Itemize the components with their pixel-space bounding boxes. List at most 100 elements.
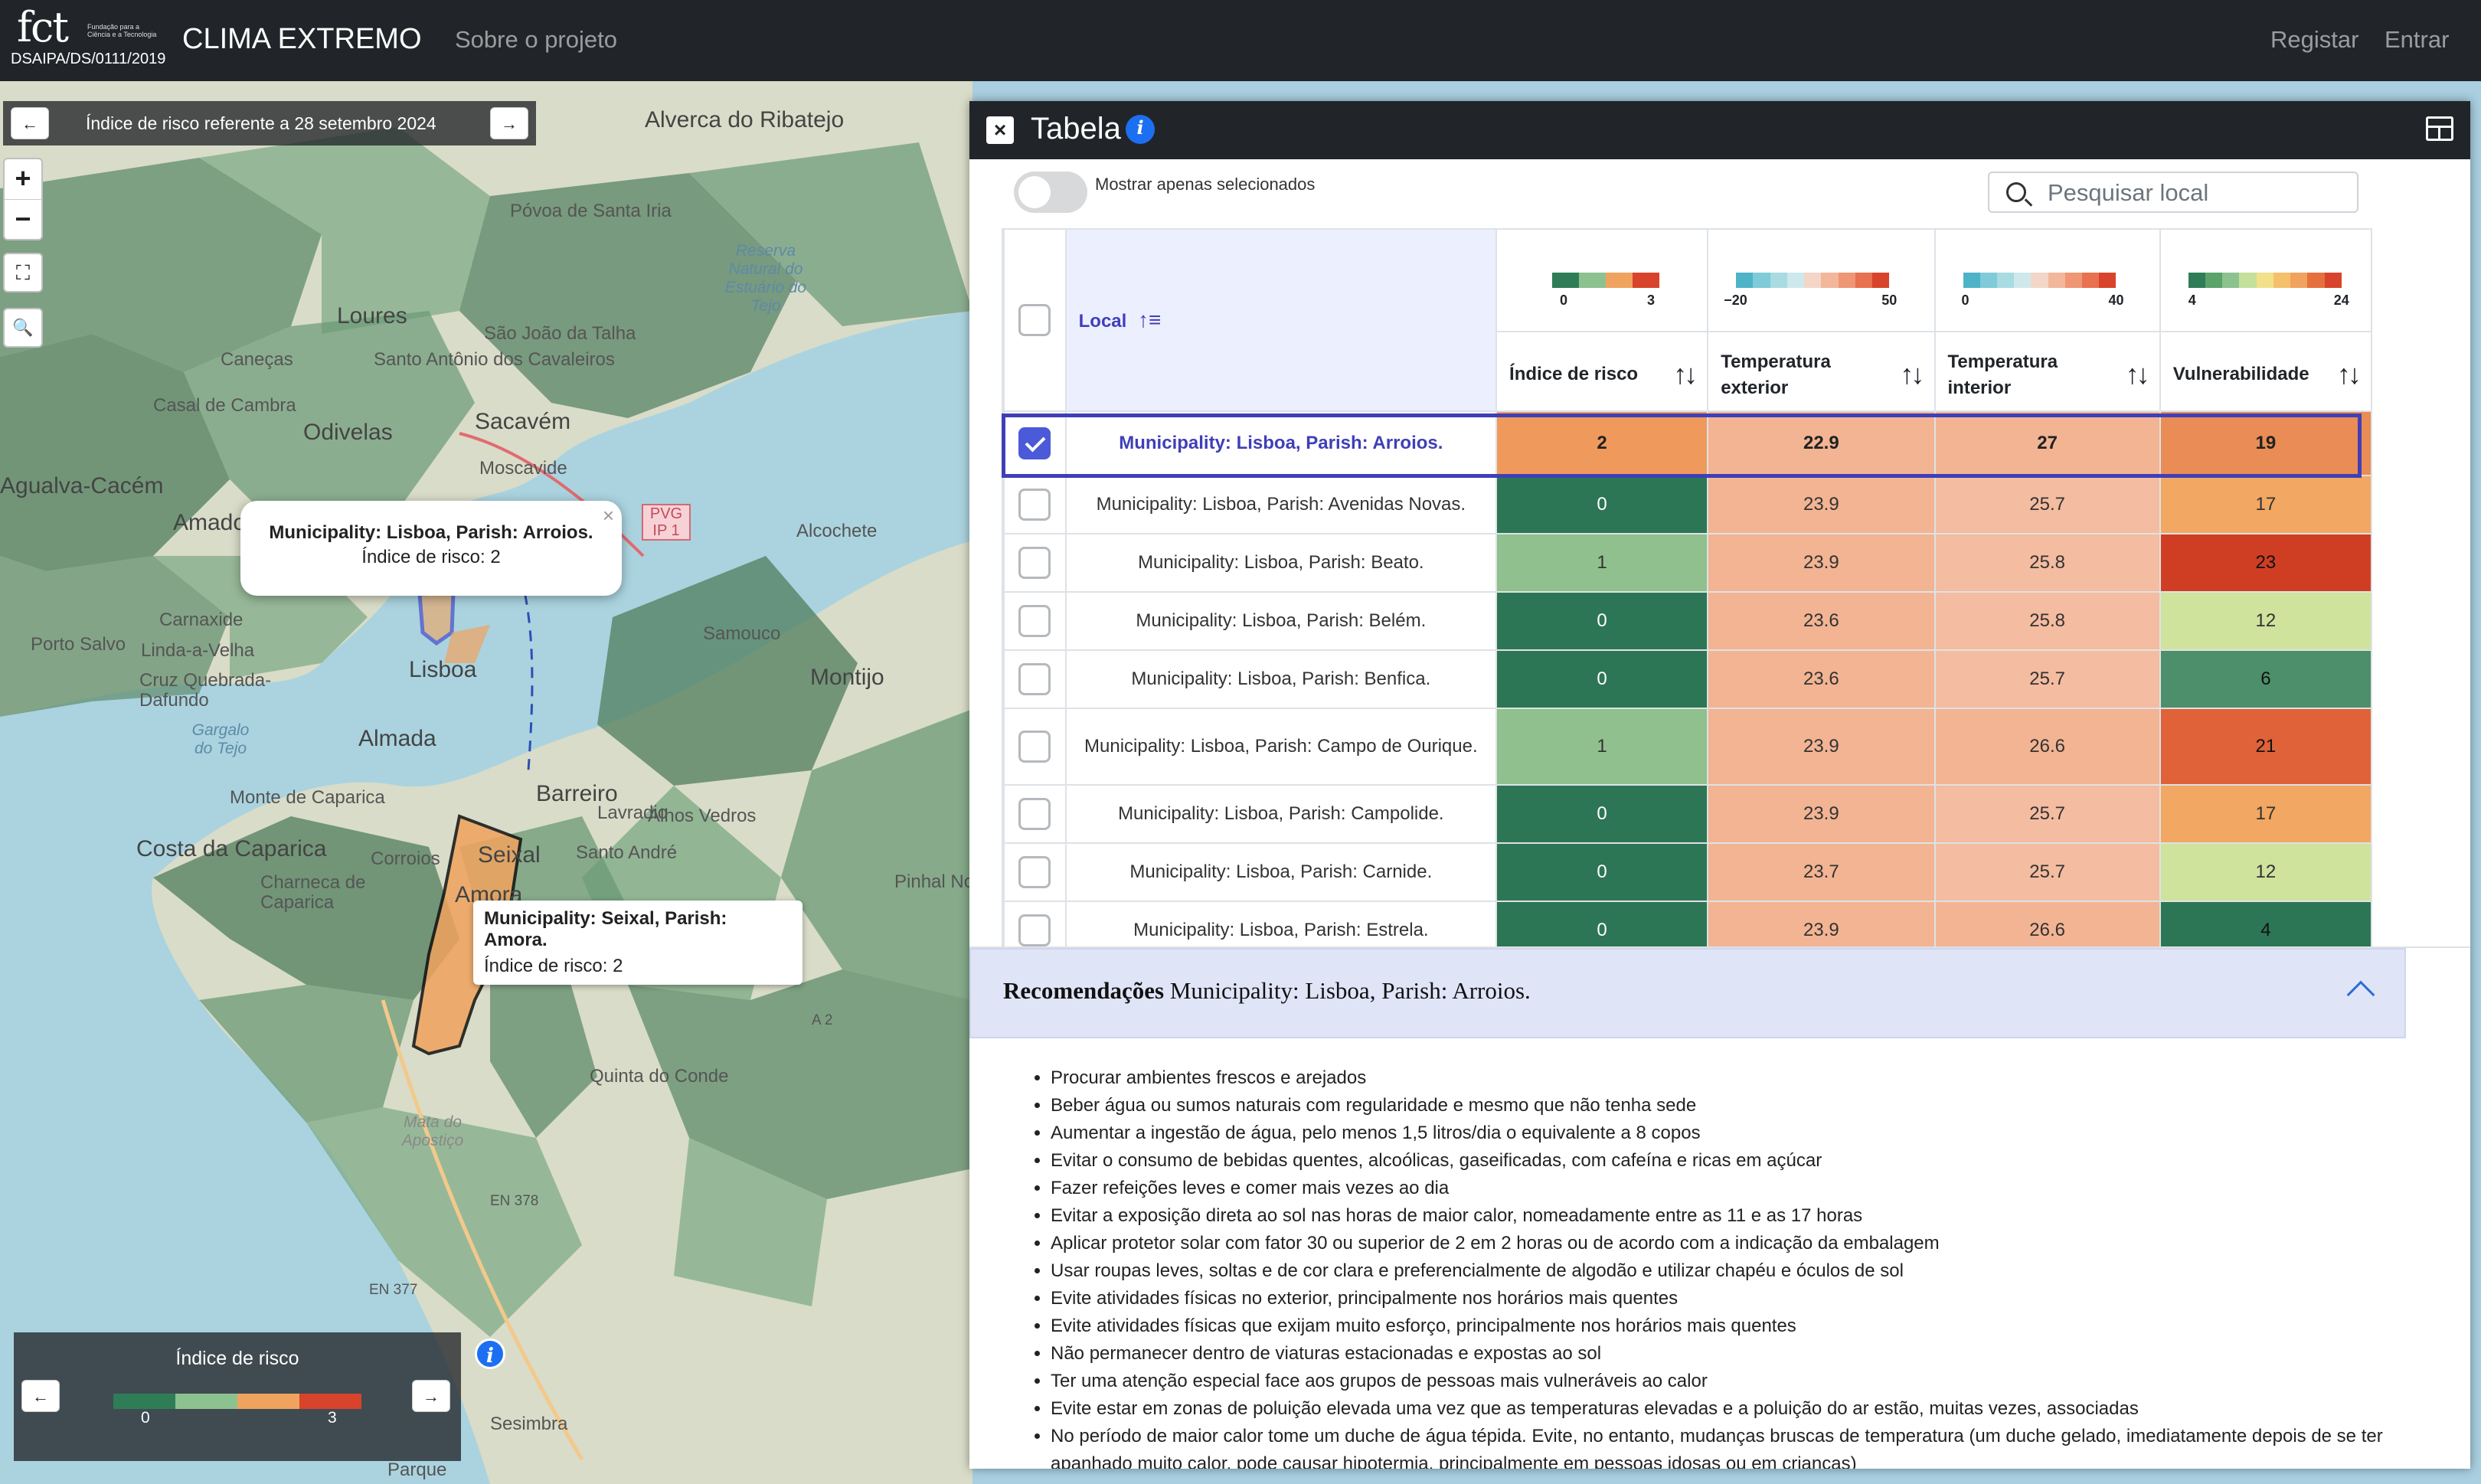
close-panel-button[interactable]: ×: [986, 116, 1014, 144]
row-select-cell: [1003, 410, 1067, 476]
risk-scale-cell: 0 3: [1495, 228, 1709, 332]
row-checkbox[interactable]: [1018, 547, 1051, 579]
tooltip-risk: Índice de risco: 2: [484, 956, 623, 976]
sort-icon[interactable]: ↑↓: [2337, 358, 2362, 391]
project-code: DSAIPA/DS/0111/2019: [11, 51, 166, 67]
temp-int-scale-min: 0: [1961, 293, 1969, 308]
recommendation-item: Usar roupas leves, soltas e de cor clara…: [1051, 1257, 2429, 1285]
road-label-a2: A 2: [812, 1012, 833, 1028]
table-view-icon[interactable]: [2426, 116, 2453, 141]
table-row[interactable]: Municipality: Lisboa, Parish: Campo de O…: [1003, 708, 2373, 786]
column-vuln[interactable]: Vulnerabilidade ↑↓: [2159, 331, 2373, 412]
sort-icon[interactable]: ↑↓: [1901, 358, 1925, 391]
next-date-button[interactable]: →: [490, 107, 528, 139]
cell-temp-ext: 23.7: [1707, 842, 1936, 902]
search-input[interactable]: [2048, 179, 2346, 207]
search-icon[interactable]: 🔍: [3, 308, 43, 348]
column-local[interactable]: Local ↑≡: [1064, 228, 1498, 412]
cell-local: Municipality: Lisboa, Parish: Belém.: [1064, 591, 1498, 651]
place-label-porto-salvo: Porto Salvo: [31, 634, 126, 655]
cell-local: Municipality: Lisboa, Parish: Campolide.: [1064, 784, 1498, 844]
show-selected-toggle[interactable]: [1014, 172, 1087, 213]
row-select-cell: [1003, 649, 1067, 709]
row-checkbox[interactable]: [1018, 489, 1051, 521]
show-selected-label: Mostrar apenas selecionados: [1095, 175, 1316, 194]
cell-temp-ext: 23.9: [1707, 533, 1936, 593]
table-row[interactable]: Municipality: Lisboa, Parish: Arroios. 2 2…: [1003, 410, 2373, 476]
cell-temp-int: 27: [1933, 410, 2161, 476]
recommendations-section: Recomendações Municipality: Lisboa, Pari…: [969, 946, 2470, 1469]
data-table: Local ↑≡ 0 3 −20 50 0 40 4 24 Índice de …: [1003, 228, 2373, 960]
table-row[interactable]: Municipality: Lisboa, Parish: Beato. 1 23.…: [1003, 533, 2373, 593]
place-label-sacavem: Sacavém: [475, 409, 571, 434]
place-label-odivelas: Odivelas: [303, 420, 393, 445]
table-row[interactable]: Municipality: Lisboa, Parish: Campolide.…: [1003, 784, 2373, 844]
recommendation-item: No período de maior calor tome um duche …: [1051, 1423, 2429, 1469]
table-panel: × Tabela i Mostrar apenas selecionados L…: [969, 101, 2470, 1469]
row-checkbox[interactable]: [1018, 914, 1051, 946]
search-box: [1988, 172, 2358, 213]
column-temp-ext[interactable]: Temperatura exterior ↑↓: [1707, 331, 1936, 412]
legend-prev-button[interactable]: ←: [21, 1380, 60, 1412]
map-canvas[interactable]: Alverca do Ribatejo Póvoa de Santa Iria …: [0, 81, 972, 1484]
table-row[interactable]: Municipality: Lisboa, Parish: Carnide. 0 2…: [1003, 842, 2373, 902]
panel-title: Tabela: [1031, 112, 1121, 145]
recommendation-item: Não permanecer dentro de viaturas estaci…: [1051, 1340, 2429, 1368]
place-label-casal-cambra: Casal de Cambra: [153, 395, 296, 416]
sort-icon[interactable]: ↑↓: [2126, 358, 2150, 391]
recommendation-item: Evite estar em zonas de poluição elevada…: [1051, 1395, 2429, 1423]
fullscreen-icon[interactable]: ⛶: [3, 253, 43, 293]
table-row[interactable]: Municipality: Lisboa, Parish: Avenidas N…: [1003, 475, 2373, 534]
table-row[interactable]: Municipality: Lisboa, Parish: Belém. 0 23.…: [1003, 591, 2373, 651]
recommendations-list: Procurar ambientes frescos e arejadosBeb…: [1051, 1064, 2429, 1469]
column-risk[interactable]: Índice de risco ↑↓: [1495, 331, 1709, 412]
prev-date-button[interactable]: ←: [11, 107, 49, 139]
risk-scale: [1552, 273, 1660, 288]
popup-close-button[interactable]: ×: [603, 504, 614, 528]
row-checkbox[interactable]: [1018, 605, 1051, 637]
register-link[interactable]: Registar: [2270, 26, 2358, 54]
risk-scale-max: 3: [1647, 293, 1656, 308]
login-link[interactable]: Entrar: [2385, 26, 2449, 54]
sort-icon[interactable]: ↑↓: [1673, 358, 1698, 391]
row-checkbox[interactable]: [1018, 856, 1051, 888]
cell-temp-int: 25.7: [1933, 475, 2161, 534]
legend-info-icon[interactable]: i: [475, 1339, 505, 1369]
cell-temp-ext: 23.9: [1707, 708, 1936, 786]
fct-logo[interactable]: fct Fundação para a Ciência e a Tecnolog…: [11, 6, 172, 75]
row-checkbox[interactable]: [1018, 798, 1051, 830]
zoom-out-button[interactable]: −: [5, 199, 41, 239]
recommendations-place: Municipality: Lisboa, Parish: Arroios.: [1169, 977, 1531, 1004]
chevron-up-icon[interactable]: [2346, 980, 2375, 1009]
column-vuln-label: Vulnerabilidade: [2172, 364, 2309, 384]
legend-swatch: [237, 1394, 299, 1409]
cell-temp-ext: 23.6: [1707, 649, 1936, 709]
place-label-costa-caparica: Costa da Caparica: [136, 836, 327, 861]
fct-logo-text: fct: [17, 3, 69, 51]
select-all-checkbox[interactable]: [1018, 304, 1051, 336]
cell-local: Municipality: Lisboa, Parish: Benfica.: [1064, 649, 1498, 709]
zoom-in-button[interactable]: +: [5, 159, 41, 199]
recommendations-header[interactable]: Recomendações Municipality: Lisboa, Pari…: [969, 948, 2406, 1038]
tooltip-title: Municipality: Seixal, Parish: Amora.: [484, 908, 727, 950]
place-label-charneca: Charneca de Caparica: [260, 872, 366, 913]
recommendation-item: Evitar o consumo de bebidas quentes, alc…: [1051, 1147, 2429, 1175]
sort-asc-icon[interactable]: ↑≡: [1138, 308, 1161, 332]
cell-temp-int: 26.6: [1933, 708, 2161, 786]
table-scroll[interactable]: Local ↑≡ 0 3 −20 50 0 40 4 24 Índice de …: [1002, 228, 2377, 1049]
cell-risk: 1: [1495, 533, 1709, 593]
row-checkbox[interactable]: [1018, 427, 1051, 459]
row-checkbox[interactable]: [1018, 731, 1051, 763]
table-row[interactable]: Municipality: Lisboa, Parish: Benfica. 0 2…: [1003, 649, 2373, 709]
panel-header: × Tabela i: [969, 101, 2470, 159]
about-link[interactable]: Sobre o projeto: [455, 26, 617, 54]
panel-info-icon[interactable]: i: [1126, 115, 1155, 144]
place-label-gargalo: Gargalo do Tejo: [191, 721, 250, 757]
date-navigator: ← Índice de risco referente a 28 setembr…: [3, 101, 536, 145]
column-temp-int[interactable]: Temperatura interior ↑↓: [1933, 331, 2161, 412]
place-label-parque: Parque: [387, 1459, 447, 1480]
legend-next-button[interactable]: →: [412, 1380, 450, 1412]
legend-swatch: [299, 1394, 361, 1409]
row-checkbox[interactable]: [1018, 663, 1051, 695]
brand-title[interactable]: CLIMA EXTREMO: [182, 23, 422, 56]
